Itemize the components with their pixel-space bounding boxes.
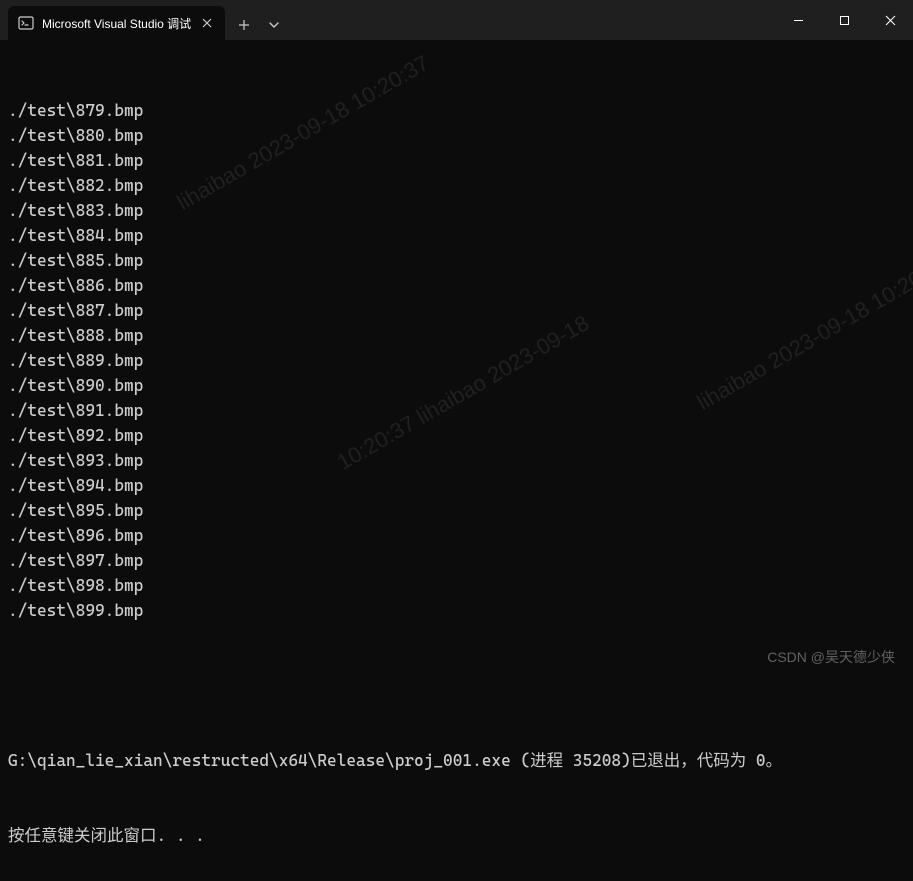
new-tab-button[interactable] [229, 10, 259, 40]
active-tab[interactable]: Microsoft Visual Studio 调试 [8, 6, 225, 40]
output-line: ./test\879.bmp [8, 98, 905, 123]
minimize-button[interactable] [775, 0, 821, 40]
output-line: ./test\888.bmp [8, 323, 905, 348]
titlebar: Microsoft Visual Studio 调试 [0, 0, 913, 40]
tab-area: Microsoft Visual Studio 调试 [0, 0, 775, 40]
output-line: ./test\898.bmp [8, 573, 905, 598]
output-line: ./test\892.bmp [8, 423, 905, 448]
maximize-button[interactable] [821, 0, 867, 40]
output-line: ./test\895.bmp [8, 498, 905, 523]
output-line: ./test\887.bmp [8, 298, 905, 323]
tab-dropdown-button[interactable] [259, 10, 289, 40]
output-line: ./test\880.bmp [8, 123, 905, 148]
exit-message: G:\qian_lie_xian\restructed\x64\Release\… [8, 748, 905, 773]
output-line: ./test\883.bmp [8, 198, 905, 223]
output-line: ./test\893.bmp [8, 448, 905, 473]
close-prompt: 按任意键关闭此窗口. . . [8, 823, 905, 848]
output-line: ./test\899.bmp [8, 598, 905, 623]
output-line: ./test\884.bmp [8, 223, 905, 248]
terminal-output[interactable]: ./test\879.bmp./test\880.bmp./test\881.b… [0, 40, 913, 881]
output-line: ./test\897.bmp [8, 548, 905, 573]
tab-title: Microsoft Visual Studio 调试 [42, 15, 191, 32]
window-controls [775, 0, 913, 40]
output-line: ./test\889.bmp [8, 348, 905, 373]
attribution: CSDN @吴天德少侠 [767, 647, 895, 667]
output-line: ./test\894.bmp [8, 473, 905, 498]
output-line: ./test\882.bmp [8, 173, 905, 198]
output-line: ./test\886.bmp [8, 273, 905, 298]
close-window-button[interactable] [867, 0, 913, 40]
output-line: ./test\891.bmp [8, 398, 905, 423]
output-line: ./test\881.bmp [8, 148, 905, 173]
output-line: ./test\890.bmp [8, 373, 905, 398]
close-tab-button[interactable] [199, 15, 215, 31]
output-line: ./test\885.bmp [8, 248, 905, 273]
output-line: ./test\896.bmp [8, 523, 905, 548]
terminal-icon [18, 15, 34, 31]
